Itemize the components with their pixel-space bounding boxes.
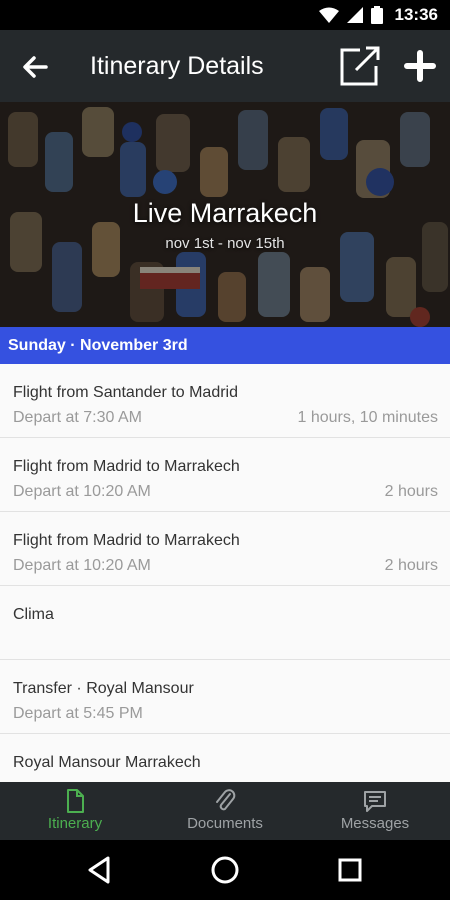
wifi-icon [318,7,339,23]
battery-icon [370,6,383,24]
item-title: Royal Mansour Marrakech [13,754,201,771]
list-item[interactable]: Transfer · Royal Mansour Depart at 5:45 … [0,660,450,734]
tab-documents[interactable]: Documents [150,782,300,840]
list-item[interactable]: Royal Mansour Marrakech [0,734,450,782]
item-title: Flight from Madrid to Marrakech [13,532,240,549]
item-subtitle: Depart at 10:20 AM [13,483,151,500]
item-title: Clima [13,606,54,623]
itinerary-list: Flight from Santander to Madrid Depart a… [0,364,450,782]
tab-messages[interactable]: Messages [300,782,450,840]
add-icon[interactable] [404,50,436,82]
back-arrow-icon[interactable] [18,50,52,84]
list-item[interactable]: Clima [0,586,450,660]
system-navigation-bar [0,840,450,900]
trip-title: Live Marrakech [132,198,318,228]
tab-label: Messages [340,815,410,832]
list-item[interactable]: Flight from Madrid to Marrakech Depart a… [0,512,450,586]
message-icon [364,791,386,812]
home-circle-icon[interactable] [209,854,241,886]
tab-label: Documents [187,815,263,832]
tab-label: Itinerary [47,815,103,832]
item-duration: 1 hours, 10 minutes [297,409,438,426]
status-bar: 13:36 [0,0,450,30]
hero-banner: Live Marrakech nov 1st - nov 15th [0,102,450,327]
tab-itinerary[interactable]: Itinerary [0,782,150,840]
app-bar: Itinerary Details [0,30,450,102]
item-duration: 2 hours [384,483,438,500]
list-item[interactable]: Flight from Madrid to Marrakech Depart a… [0,438,450,512]
item-subtitle: Depart at 10:20 AM [13,557,151,574]
day-header: Sunday · November 3rd [0,327,450,364]
item-duration: 2 hours [384,557,438,574]
page-title: Itinerary Details [90,52,264,80]
trip-dates: nov 1st - nov 15th [165,235,285,252]
list-item[interactable]: Flight from Santander to Madrid Depart a… [0,364,450,438]
status-time: 13:36 [394,5,438,24]
item-title: Flight from Madrid to Marrakech [13,458,240,475]
signal-icon [346,7,363,23]
back-triangle-icon[interactable] [84,854,116,886]
paperclip-icon [216,789,236,811]
item-subtitle: Depart at 7:30 AM [13,409,142,426]
item-title: Transfer · Royal Mansour [13,680,194,697]
item-title: Flight from Santander to Madrid [13,384,238,401]
recents-square-icon[interactable] [334,854,366,886]
bottom-navigation: Itinerary Documents Messages [0,782,450,840]
open-external-icon[interactable] [338,44,382,88]
document-icon [67,789,84,813]
item-subtitle: Depart at 5:45 PM [13,705,143,722]
